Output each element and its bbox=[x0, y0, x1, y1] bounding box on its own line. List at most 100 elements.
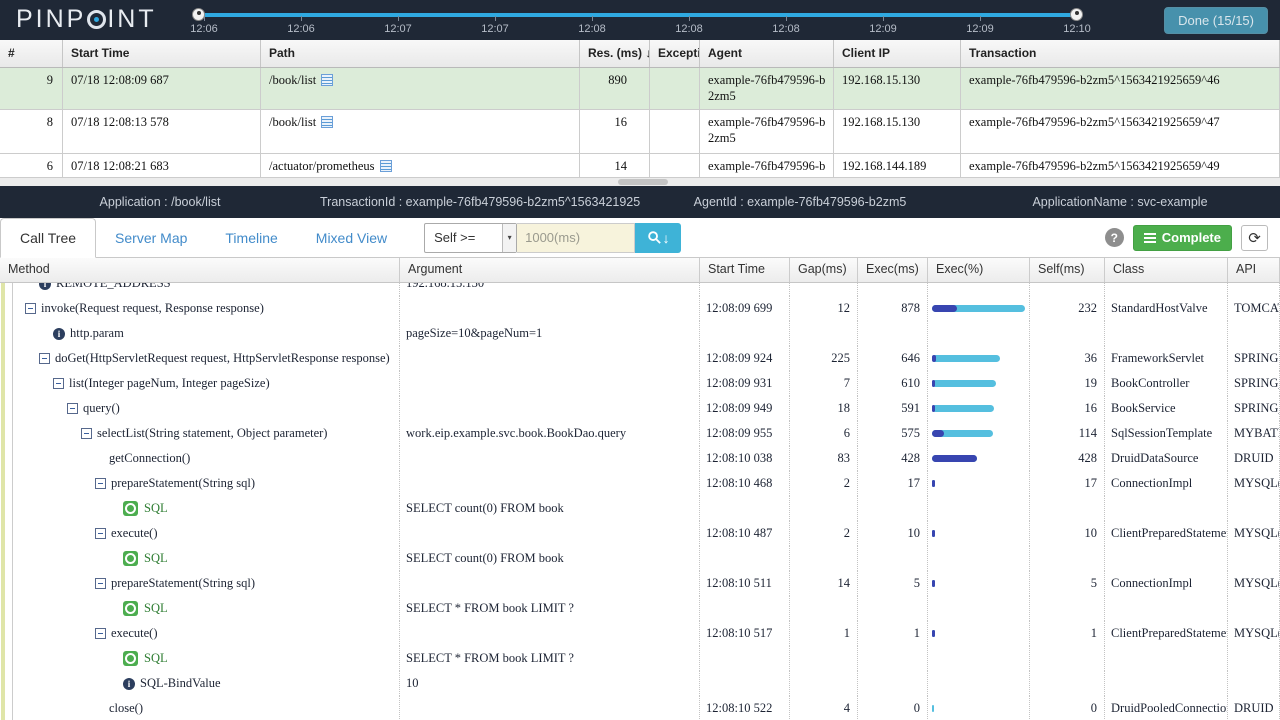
collapse-icon[interactable] bbox=[95, 528, 106, 539]
focus-marker-strip bbox=[1, 283, 5, 720]
help-icon[interactable]: ? bbox=[1105, 228, 1124, 247]
exec-percent-cell bbox=[928, 696, 1030, 720]
start-time-cell bbox=[700, 496, 790, 521]
method-name: list(Integer pageNum, Integer pageSize) bbox=[69, 376, 270, 391]
tab-timeline[interactable]: Timeline bbox=[206, 218, 296, 258]
collapse-icon[interactable] bbox=[95, 478, 106, 489]
calltree-row[interactable]: doGet(HttpServletRequest request, HttpSe… bbox=[0, 346, 1280, 371]
scrollbar-thumb[interactable] bbox=[618, 179, 668, 185]
table-row[interactable]: 807/18 12:08:13 578/book/list16example-7… bbox=[0, 110, 1280, 154]
exec-percent-cell bbox=[928, 621, 1030, 646]
calltree-row[interactable]: list(Integer pageNum, Integer pageSize)1… bbox=[0, 371, 1280, 396]
search-button[interactable]: ↓ bbox=[635, 223, 681, 253]
start-time-cell bbox=[700, 546, 790, 571]
gap-cell: 1 bbox=[790, 621, 858, 646]
calltree-row[interactable]: execute()12:08:10 48721010ClientPrepared… bbox=[0, 521, 1280, 546]
column-header[interactable]: Client IP bbox=[834, 40, 961, 67]
tab-server-map[interactable]: Server Map bbox=[96, 218, 206, 258]
class-cell: ClientPreparedStatement bbox=[1105, 521, 1228, 546]
timeline-track[interactable] bbox=[197, 13, 1080, 17]
gap-cell bbox=[790, 671, 858, 696]
column-header[interactable]: Method bbox=[0, 258, 400, 282]
calltree-row[interactable]: close()12:08:10 522400DruidPooledConnect… bbox=[0, 696, 1280, 720]
calltree-row[interactable]: prepareStatement(String sql)12:08:10 468… bbox=[0, 471, 1280, 496]
calltree-row[interactable]: SQLSELECT * FROM book LIMIT ? bbox=[0, 646, 1280, 671]
column-header[interactable]: Res. (ms) ↓ bbox=[580, 40, 650, 67]
complete-label: Complete bbox=[1162, 230, 1221, 245]
exec-cell: 591 bbox=[858, 396, 928, 421]
self-cell bbox=[1030, 283, 1105, 296]
filter-type-select[interactable]: Self >= ▾ bbox=[424, 223, 517, 253]
start-time-cell: 12:08:10 522 bbox=[700, 696, 790, 720]
collapse-icon[interactable] bbox=[81, 428, 92, 439]
column-header[interactable]: Gap(ms) bbox=[790, 258, 858, 282]
column-header[interactable]: Class bbox=[1105, 258, 1228, 282]
calltree-row[interactable]: execute()12:08:10 517111ClientPreparedSt… bbox=[0, 621, 1280, 646]
self-cell: 0 bbox=[1030, 696, 1105, 720]
sql-icon bbox=[123, 651, 138, 666]
tab-mixed-view[interactable]: Mixed View bbox=[297, 218, 406, 258]
column-header[interactable]: Path bbox=[261, 40, 580, 67]
calltree-row[interactable]: query()12:08:09 9491859116BookServiceSPR… bbox=[0, 396, 1280, 421]
info-icon bbox=[39, 283, 51, 290]
timeline-tick-label: 12:08 bbox=[570, 23, 614, 35]
timeline-handle-left[interactable] bbox=[192, 8, 205, 21]
timeline-tick-label: 12:08 bbox=[667, 23, 711, 35]
collapse-icon[interactable] bbox=[95, 578, 106, 589]
txn-response-cell: 16 bbox=[580, 110, 650, 153]
column-header[interactable]: Transaction bbox=[961, 40, 1280, 67]
column-header[interactable]: Start Time bbox=[63, 40, 261, 67]
column-header[interactable]: Self(ms) bbox=[1030, 258, 1105, 282]
chevron-down-icon: ▾ bbox=[502, 224, 516, 252]
filter-threshold-input[interactable] bbox=[517, 223, 635, 253]
calltree-row[interactable]: prepareStatement(String sql)12:08:10 511… bbox=[0, 571, 1280, 596]
column-header[interactable]: Agent bbox=[700, 40, 834, 67]
collapse-icon[interactable] bbox=[25, 303, 36, 314]
column-header[interactable]: Start Time bbox=[700, 258, 790, 282]
exec-percent-cell bbox=[928, 546, 1030, 571]
timeline-tick bbox=[592, 16, 593, 21]
exec-percent-cell bbox=[928, 571, 1030, 596]
collapse-icon[interactable] bbox=[53, 378, 64, 389]
timeline-handle-right[interactable] bbox=[1070, 8, 1083, 21]
calltree-row[interactable]: invoke(Request request, Response respons… bbox=[0, 296, 1280, 321]
calltree-row[interactable]: SQL-BindValue10 bbox=[0, 671, 1280, 696]
column-header[interactable]: # bbox=[0, 40, 63, 67]
table-row[interactable]: 607/18 12:08:21 683/actuator/prometheus1… bbox=[0, 154, 1280, 178]
method-name: prepareStatement(String sql) bbox=[111, 576, 255, 591]
calltree-row[interactable]: http.parampageSize=10&pageNum=1 bbox=[0, 321, 1280, 346]
column-header[interactable]: Exec(%) bbox=[928, 258, 1030, 282]
horizontal-scrollbar[interactable] bbox=[0, 178, 1280, 186]
tab-call-tree[interactable]: Call Tree bbox=[0, 218, 96, 258]
method-cell: doGet(HttpServletRequest request, HttpSe… bbox=[0, 346, 400, 371]
calltree-row[interactable]: REMOTE_ADDRESS192.168.15.130 bbox=[0, 283, 1280, 296]
api-cell bbox=[1228, 646, 1280, 671]
column-header[interactable]: Exec(ms) bbox=[858, 258, 928, 282]
calltree-row[interactable]: SQLSELECT count(0) FROM book bbox=[0, 496, 1280, 521]
logo-text-left: PINP bbox=[16, 5, 86, 34]
collapse-icon[interactable] bbox=[39, 353, 50, 364]
path-detail-icon[interactable] bbox=[380, 160, 392, 172]
class-cell: ClientPreparedStatement bbox=[1105, 621, 1228, 646]
path-detail-icon[interactable] bbox=[321, 74, 333, 86]
calltree-row[interactable]: selectList(String statement, Object para… bbox=[0, 421, 1280, 446]
txn-path-cell: /actuator/prometheus bbox=[261, 154, 580, 177]
api-cell: DRUID bbox=[1228, 696, 1280, 720]
exec-bar-self bbox=[932, 305, 957, 312]
calltree: REMOTE_ADDRESS192.168.15.130invoke(Reque… bbox=[0, 283, 1280, 720]
argument-cell bbox=[400, 521, 700, 546]
method-name: close() bbox=[109, 701, 143, 716]
column-header[interactable]: Argument bbox=[400, 258, 700, 282]
column-header[interactable]: Exception bbox=[650, 40, 700, 67]
table-row[interactable]: 907/18 12:08:09 687/book/list890example-… bbox=[0, 68, 1280, 110]
done-button[interactable]: Done (15/15) bbox=[1164, 7, 1268, 34]
calltree-row[interactable]: getConnection()12:08:10 03883428428Druid… bbox=[0, 446, 1280, 471]
complete-button[interactable]: Complete bbox=[1133, 225, 1232, 251]
column-header[interactable]: API bbox=[1228, 258, 1280, 282]
refresh-button[interactable]: ⟳ bbox=[1241, 225, 1268, 251]
path-detail-icon[interactable] bbox=[321, 116, 333, 128]
collapse-icon[interactable] bbox=[95, 628, 106, 639]
calltree-row[interactable]: SQLSELECT * FROM book LIMIT ? bbox=[0, 596, 1280, 621]
calltree-row[interactable]: SQLSELECT count(0) FROM book bbox=[0, 546, 1280, 571]
collapse-icon[interactable] bbox=[67, 403, 78, 414]
